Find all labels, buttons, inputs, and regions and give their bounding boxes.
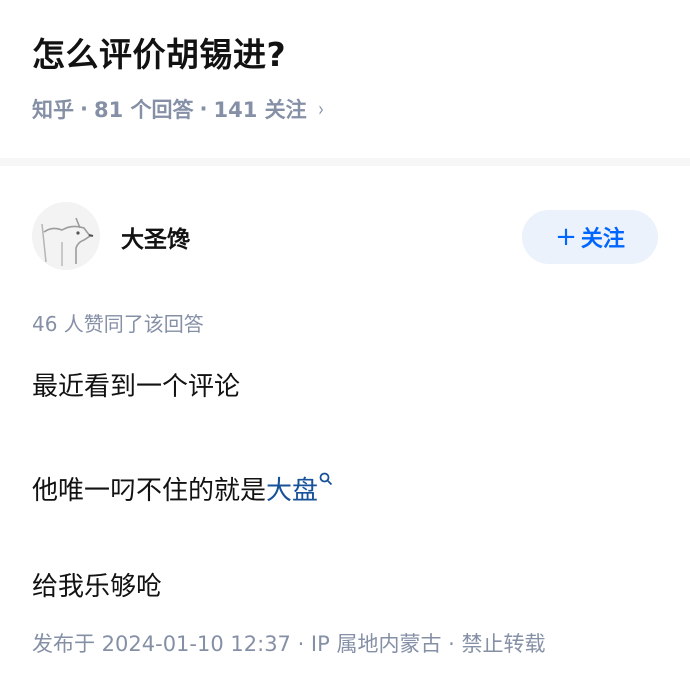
question-title[interactable]: 怎么评价胡锡进?	[32, 28, 286, 76]
vote-count: 46 人赞同了该回答	[32, 312, 204, 336]
dog-sketch-avatar-icon	[32, 202, 100, 270]
keyword-search-link[interactable]: 大盘	[266, 472, 333, 506]
answer-count: 81 个回答	[93, 98, 194, 122]
answer-paragraph: 给我乐够呛	[32, 572, 163, 602]
meta-separator: ·	[199, 97, 208, 121]
follower-count: 141 关注	[213, 98, 307, 122]
search-icon	[319, 472, 333, 486]
answer-text: 他唯一叼不住的就是	[32, 476, 267, 506]
post-meta: 发布于 2024-01-10 12:37 · IP 属地内蒙古 · 禁止转载	[32, 632, 546, 656]
answer-paragraph: 最近看到一个评论	[32, 372, 241, 402]
author-avatar[interactable]	[32, 202, 100, 270]
answer-paragraph: 他唯一叼不住的就是大盘	[32, 470, 333, 507]
follow-button[interactable]: + 关注	[522, 210, 658, 264]
source-label: 知乎	[32, 98, 74, 122]
meta-separator: ·	[80, 97, 88, 121]
follow-button-label: 关注	[580, 227, 625, 252]
chevron-right-icon: ›	[317, 97, 324, 121]
question-meta[interactable]: 知乎 · 81 个回答 · 141 关注 ›	[32, 94, 325, 124]
author-name[interactable]: 大圣馋	[121, 220, 190, 254]
keyword-link-label: 大盘	[266, 476, 319, 506]
plus-icon: +	[555, 222, 577, 252]
section-divider	[0, 158, 690, 166]
